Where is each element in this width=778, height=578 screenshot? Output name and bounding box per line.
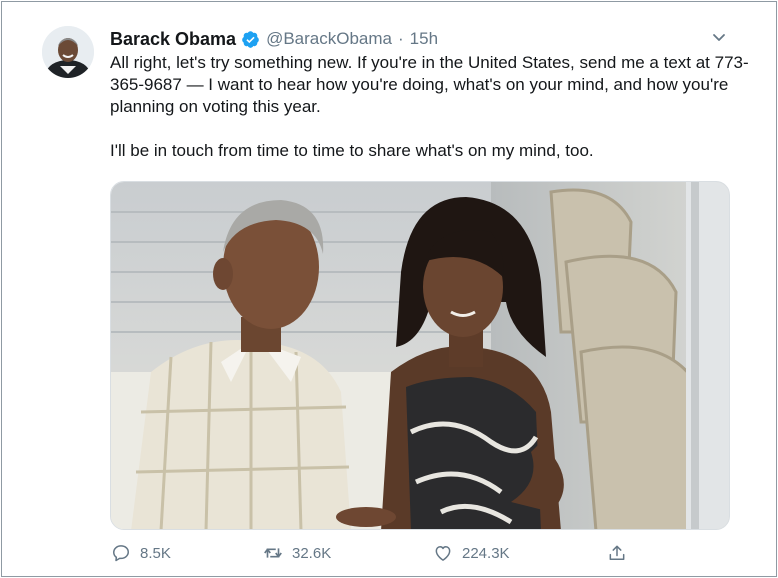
more-options-button[interactable] [708,26,730,48]
author-name[interactable]: Barack Obama [110,29,236,50]
tweet-paragraph: I'll be in touch from time to time to sh… [110,141,594,160]
tweet-text: All right, let's try something new. If y… [110,52,750,162]
reply-button[interactable]: 8.5K [110,539,171,567]
tweet-photo[interactable] [110,181,730,530]
header-separator: · [398,29,404,48]
tweet-header: Barack Obama @BarackObama · 15h [110,27,438,51]
verified-badge-icon [241,30,260,49]
retweet-button[interactable]: 32.6K [262,539,331,567]
share-button[interactable] [606,539,628,567]
reply-icon [110,542,132,564]
tweet-paragraph: All right, let's try something new. If y… [110,53,749,116]
like-button[interactable]: 224.3K [432,539,510,567]
reply-count: 8.5K [140,544,171,562]
author-handle[interactable]: @BarackObama [266,29,392,49]
retweet-count: 32.6K [292,544,332,562]
tweet-card[interactable]: Barack Obama @BarackObama · 15h All righ… [1,1,777,577]
share-icon [606,542,628,564]
heart-icon [432,542,454,564]
retweet-icon [262,542,284,564]
chevron-down-icon [713,34,725,41]
tweet-timestamp[interactable]: 15h [410,29,438,49]
author-avatar[interactable] [42,26,94,78]
like-count: 224.3K [462,544,510,562]
tweet-action-bar: 8.5K 32.6K 224.3K [110,539,730,567]
